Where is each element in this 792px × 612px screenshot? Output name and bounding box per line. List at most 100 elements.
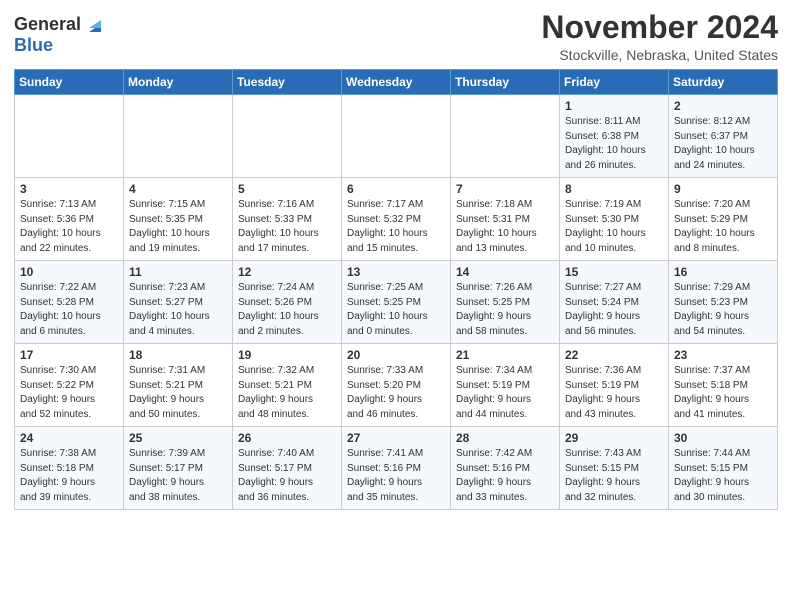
calendar-cell xyxy=(233,95,342,178)
day-info: Sunrise: 8:12 AM Sunset: 6:37 PM Dayligh… xyxy=(674,115,772,173)
logo-icon xyxy=(83,14,105,36)
day-number: 24 xyxy=(20,431,118,445)
day-info: Sunrise: 7:17 AM Sunset: 5:32 PM Dayligh… xyxy=(347,198,445,256)
day-number: 27 xyxy=(347,431,445,445)
day-info: Sunrise: 7:18 AM Sunset: 5:31 PM Dayligh… xyxy=(456,198,554,256)
day-info: Sunrise: 7:42 AM Sunset: 5:16 PM Dayligh… xyxy=(456,447,554,505)
day-number: 7 xyxy=(456,182,554,196)
day-number: 4 xyxy=(129,182,227,196)
day-number: 28 xyxy=(456,431,554,445)
day-number: 15 xyxy=(565,265,663,279)
day-number: 23 xyxy=(674,348,772,362)
calendar-cell: 2 Sunrise: 8:12 AM Sunset: 6:37 PM Daylig… xyxy=(669,95,778,178)
calendar-cell: 8 Sunrise: 7:19 AM Sunset: 5:30 PM Daylig… xyxy=(560,178,669,261)
day-number: 5 xyxy=(238,182,336,196)
day-info: Sunrise: 8:11 AM Sunset: 6:38 PM Dayligh… xyxy=(565,115,663,173)
day-info: Sunrise: 7:27 AM Sunset: 5:24 PM Dayligh… xyxy=(565,281,663,339)
col-header-wednesday: Wednesday xyxy=(342,70,451,95)
day-info: Sunrise: 7:41 AM Sunset: 5:16 PM Dayligh… xyxy=(347,447,445,505)
calendar-cell: 22Sunrise: 7:36 AM Sunset: 5:19 PM Dayli… xyxy=(560,344,669,427)
day-number: 19 xyxy=(238,348,336,362)
page: General Blue November 2024 Stockville, N… xyxy=(0,0,792,520)
day-number: 20 xyxy=(347,348,445,362)
day-number: 13 xyxy=(347,265,445,279)
calendar-cell: 3Sunrise: 7:13 AM Sunset: 5:36 PM Daylig… xyxy=(15,178,124,261)
day-info: Sunrise: 7:44 AM Sunset: 5:15 PM Dayligh… xyxy=(674,447,772,505)
day-number: 17 xyxy=(20,348,118,362)
calendar: SundayMondayTuesdayWednesdayThursdayFrid… xyxy=(14,69,778,510)
day-info: Sunrise: 7:30 AM Sunset: 5:22 PM Dayligh… xyxy=(20,364,118,422)
day-info: Sunrise: 7:19 AM Sunset: 5:30 PM Dayligh… xyxy=(565,198,663,256)
calendar-cell: 21 Sunrise: 7:34 AM Sunset: 5:19 PM Dayli… xyxy=(451,344,560,427)
day-info: Sunrise: 7:23 AM Sunset: 5:27 PM Dayligh… xyxy=(129,281,227,339)
col-header-friday: Friday xyxy=(560,70,669,95)
day-info: Sunrise: 7:34 AM Sunset: 5:19 PM Dayligh… xyxy=(456,364,554,422)
day-number: 1 xyxy=(565,99,663,113)
calendar-cell: 11 Sunrise: 7:23 AM Sunset: 5:27 PM Dayli… xyxy=(124,261,233,344)
day-info: Sunrise: 7:29 AM Sunset: 5:23 PM Dayligh… xyxy=(674,281,772,339)
day-info: Sunrise: 7:38 AM Sunset: 5:18 PM Dayligh… xyxy=(20,447,118,505)
day-number: 6 xyxy=(347,182,445,196)
day-info: Sunrise: 7:25 AM Sunset: 5:25 PM Dayligh… xyxy=(347,281,445,339)
calendar-cell: 30 Sunrise: 7:44 AM Sunset: 5:15 PM Dayli… xyxy=(669,427,778,510)
day-info: Sunrise: 7:20 AM Sunset: 5:29 PM Dayligh… xyxy=(674,198,772,256)
calendar-cell: 19 Sunrise: 7:32 AM Sunset: 5:21 PM Dayli… xyxy=(233,344,342,427)
day-info: Sunrise: 7:43 AM Sunset: 5:15 PM Dayligh… xyxy=(565,447,663,505)
calendar-cell: 14Sunrise: 7:26 AM Sunset: 5:25 PM Dayli… xyxy=(451,261,560,344)
calendar-cell: 27 Sunrise: 7:41 AM Sunset: 5:16 PM Dayli… xyxy=(342,427,451,510)
day-info: Sunrise: 7:36 AM Sunset: 5:19 PM Dayligh… xyxy=(565,364,663,422)
col-header-monday: Monday xyxy=(124,70,233,95)
title-block: November 2024 Stockville, Nebraska, Unit… xyxy=(541,10,778,63)
day-number: 16 xyxy=(674,265,772,279)
calendar-cell xyxy=(15,95,124,178)
calendar-cell: 13 Sunrise: 7:25 AM Sunset: 5:25 PM Dayli… xyxy=(342,261,451,344)
calendar-cell: 1 Sunrise: 8:11 AM Sunset: 6:38 PM Daylig… xyxy=(560,95,669,178)
day-number: 30 xyxy=(674,431,772,445)
calendar-cell xyxy=(451,95,560,178)
calendar-cell: 29 Sunrise: 7:43 AM Sunset: 5:15 PM Dayli… xyxy=(560,427,669,510)
calendar-cell: 16 Sunrise: 7:29 AM Sunset: 5:23 PM Dayli… xyxy=(669,261,778,344)
calendar-cell: 28 Sunrise: 7:42 AM Sunset: 5:16 PM Dayli… xyxy=(451,427,560,510)
day-number: 11 xyxy=(129,265,227,279)
calendar-cell: 15 Sunrise: 7:27 AM Sunset: 5:24 PM Dayli… xyxy=(560,261,669,344)
calendar-cell: 4 Sunrise: 7:15 AM Sunset: 5:35 PM Daylig… xyxy=(124,178,233,261)
calendar-cell: 9 Sunrise: 7:20 AM Sunset: 5:29 PM Daylig… xyxy=(669,178,778,261)
day-number: 3 xyxy=(20,182,118,196)
logo-general-text: General xyxy=(14,15,81,35)
day-info: Sunrise: 7:39 AM Sunset: 5:17 PM Dayligh… xyxy=(129,447,227,505)
calendar-cell: 7 Sunrise: 7:18 AM Sunset: 5:31 PM Daylig… xyxy=(451,178,560,261)
calendar-cell: 24 Sunrise: 7:38 AM Sunset: 5:18 PM Dayli… xyxy=(15,427,124,510)
day-info: Sunrise: 7:32 AM Sunset: 5:21 PM Dayligh… xyxy=(238,364,336,422)
day-info: Sunrise: 7:33 AM Sunset: 5:20 PM Dayligh… xyxy=(347,364,445,422)
day-number: 2 xyxy=(674,99,772,113)
day-info: Sunrise: 7:15 AM Sunset: 5:35 PM Dayligh… xyxy=(129,198,227,256)
logo-blue-text: Blue xyxy=(14,36,53,56)
calendar-cell xyxy=(124,95,233,178)
col-header-thursday: Thursday xyxy=(451,70,560,95)
col-header-sunday: Sunday xyxy=(15,70,124,95)
col-header-saturday: Saturday xyxy=(669,70,778,95)
day-info: Sunrise: 7:31 AM Sunset: 5:21 PM Dayligh… xyxy=(129,364,227,422)
calendar-cell: 6 Sunrise: 7:17 AM Sunset: 5:32 PM Daylig… xyxy=(342,178,451,261)
day-number: 21 xyxy=(456,348,554,362)
calendar-cell: 10Sunrise: 7:22 AM Sunset: 5:28 PM Dayli… xyxy=(15,261,124,344)
calendar-cell: 17 Sunrise: 7:30 AM Sunset: 5:22 PM Dayli… xyxy=(15,344,124,427)
day-info: Sunrise: 7:40 AM Sunset: 5:17 PM Dayligh… xyxy=(238,447,336,505)
header: General Blue November 2024 Stockville, N… xyxy=(14,10,778,63)
calendar-cell: 18Sunrise: 7:31 AM Sunset: 5:21 PM Dayli… xyxy=(124,344,233,427)
day-number: 8 xyxy=(565,182,663,196)
day-info: Sunrise: 7:24 AM Sunset: 5:26 PM Dayligh… xyxy=(238,281,336,339)
day-number: 29 xyxy=(565,431,663,445)
day-number: 12 xyxy=(238,265,336,279)
day-number: 25 xyxy=(129,431,227,445)
calendar-cell: 20 Sunrise: 7:33 AM Sunset: 5:20 PM Dayli… xyxy=(342,344,451,427)
day-number: 9 xyxy=(674,182,772,196)
calendar-cell: 25 Sunrise: 7:39 AM Sunset: 5:17 PM Dayli… xyxy=(124,427,233,510)
calendar-cell xyxy=(342,95,451,178)
day-number: 10 xyxy=(20,265,118,279)
location: Stockville, Nebraska, United States xyxy=(541,47,778,63)
day-info: Sunrise: 7:26 AM Sunset: 5:25 PM Dayligh… xyxy=(456,281,554,339)
col-header-tuesday: Tuesday xyxy=(233,70,342,95)
calendar-cell: 12 Sunrise: 7:24 AM Sunset: 5:26 PM Dayli… xyxy=(233,261,342,344)
day-info: Sunrise: 7:37 AM Sunset: 5:18 PM Dayligh… xyxy=(674,364,772,422)
